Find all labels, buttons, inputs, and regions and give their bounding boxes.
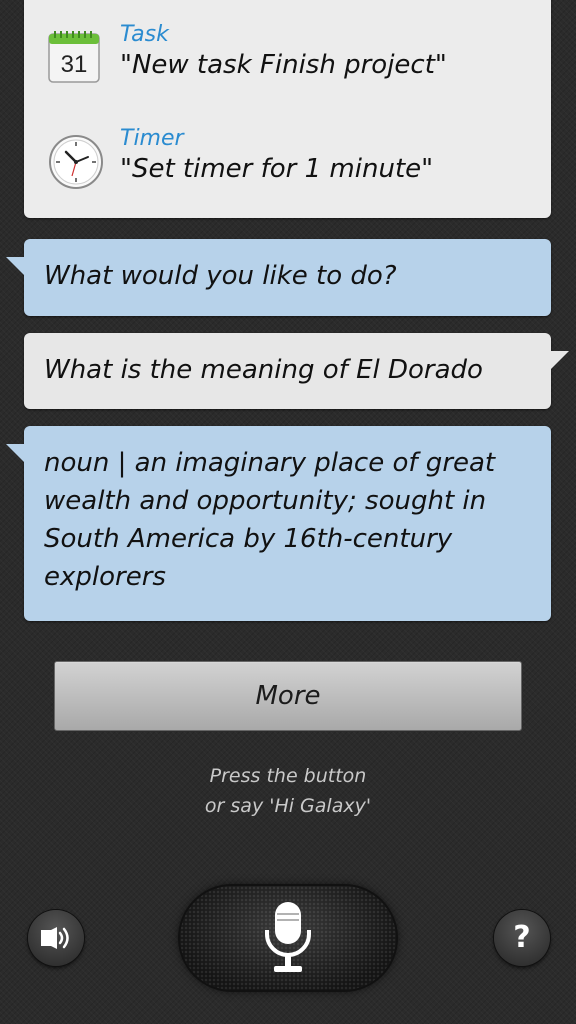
bubble-tail	[6, 257, 24, 275]
hint-line-1: Press the button	[209, 765, 367, 787]
clock-icon	[49, 135, 103, 189]
speaker-icon	[41, 927, 69, 949]
hint-line-2: or say 'Hi Galaxy'	[204, 795, 372, 817]
assistant-prompt-bubble: What would you like to do?	[6, 239, 551, 316]
suggestion-command: "New task Finish project"	[120, 50, 447, 80]
help-icon: ?	[513, 920, 531, 955]
user-query-bubble: What is the meaning of El Dorado	[24, 333, 569, 409]
suggestions-card: 31 Task "New task Finish project" Timer …	[24, 0, 551, 218]
bubble-tail	[551, 351, 569, 369]
voice-output-button[interactable]	[28, 910, 84, 966]
assistant-answer-bubble: noun | an imaginary place of great wealt…	[6, 426, 551, 621]
help-button[interactable]: ?	[494, 910, 550, 966]
suggestion-command: "Set timer for 1 minute"	[120, 154, 434, 184]
suggestion-category: Timer	[120, 126, 184, 151]
bubble-tail	[6, 444, 24, 462]
assistant-prompt-text: What would you like to do?	[44, 261, 397, 291]
calendar-icon: 31	[48, 31, 100, 83]
assistant-answer-text: noun | an imaginary place of great wealt…	[44, 448, 496, 592]
suggestion-category: Task	[120, 22, 169, 47]
user-query-text: What is the meaning of El Dorado	[44, 355, 483, 385]
calendar-date: 31	[61, 51, 88, 78]
microphone-icon	[265, 902, 311, 972]
microphone-button[interactable]	[180, 886, 396, 990]
more-button[interactable]: More	[54, 661, 522, 731]
suggestion-timer[interactable]: Timer "Set timer for 1 minute"	[24, 126, 551, 216]
suggestion-task[interactable]: 31 Task "New task Finish project"	[24, 22, 551, 112]
